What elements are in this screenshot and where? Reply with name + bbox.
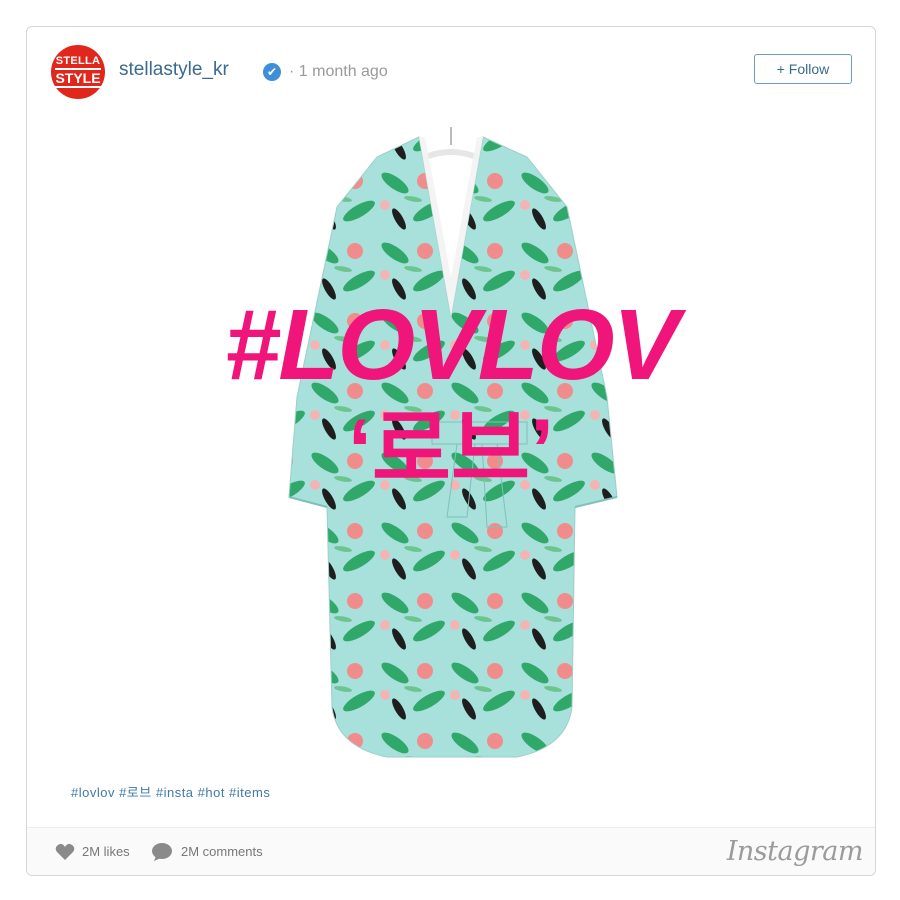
verified-badge-icon: ✔ <box>263 63 281 81</box>
comments-count: 2M comments <box>181 844 263 859</box>
username-link[interactable]: stellastyle_kr <box>119 59 229 81</box>
post-footer: 2M likes 2M comments Instagram <box>27 827 875 875</box>
avatar-text-line2: STYLE <box>55 68 101 88</box>
follow-button[interactable]: + Follow <box>754 54 852 84</box>
post-timestamp: · 1 month ago <box>289 63 388 80</box>
post-hashtags[interactable]: #lovlov #로브 #insta #hot #items <box>71 782 270 801</box>
comment-icon[interactable] <box>151 842 173 862</box>
avatar[interactable]: STELLA STYLE <box>51 45 105 99</box>
likes-count: 2M likes <box>82 844 130 859</box>
instagram-logo: Instagram <box>726 836 864 867</box>
instagram-post-card: STELLA STYLE stellastyle_kr ✔ · 1 month … <box>26 26 876 876</box>
overlay-title: #LOVLOV <box>224 289 680 401</box>
heart-icon[interactable] <box>55 843 75 861</box>
avatar-text-line1: STELLA <box>55 55 101 67</box>
overlay-subtitle: ‘로브’ <box>347 402 555 498</box>
